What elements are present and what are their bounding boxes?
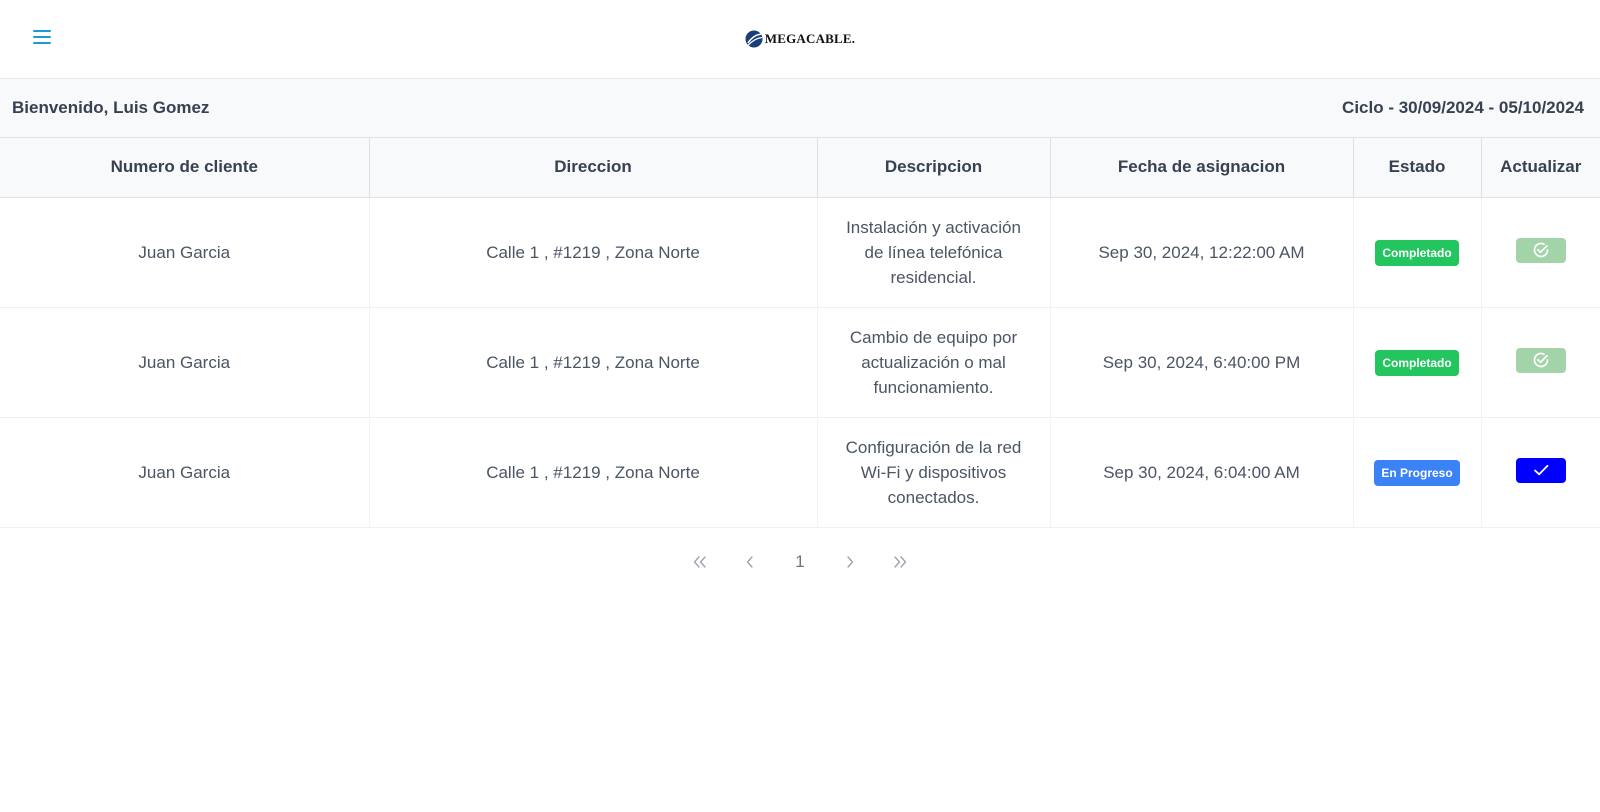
double-chevron-right-icon [894,555,907,568]
update-button-disabled[interactable] [1515,347,1566,373]
table-row: Juan Garcia Calle 1 , #1219 , Zona Norte… [0,197,1600,308]
table-row: Juan Garcia Calle 1 , #1219 , Zona Norte… [0,417,1600,528]
status-cell: Completado [1353,197,1482,308]
date-cell: Sep 30, 2024, 12:22:00 AM [1050,197,1354,308]
update-button-disabled[interactable] [1515,237,1566,263]
client-cell: Juan Garcia [0,417,370,528]
chevron-right-icon [847,555,854,568]
current-page-button[interactable]: 1 [775,550,825,574]
hamburger-menu-icon[interactable] [30,26,54,48]
double-chevron-left-icon [693,555,706,568]
column-header-update: Actualizar [1481,138,1600,198]
status-cell: Completado [1353,307,1482,418]
check-circle-icon [1533,242,1549,258]
megacable-logo[interactable]: MEGACABLE. [745,30,855,48]
megacable-logo-mark [745,30,763,48]
assignments-table: Numero de cliente Direccion Descripcion … [0,138,1600,528]
status-badge: Completado [1375,239,1459,266]
update-button[interactable] [1515,457,1566,483]
column-header-description: Descripcion [817,138,1051,198]
table-row: Juan Garcia Calle 1 , #1219 , Zona Norte… [0,307,1600,418]
welcome-greeting: Bienvenido, Luis Gomez [12,98,210,117]
address-cell: Calle 1 , #1219 , Zona Norte [369,197,818,308]
last-page-button[interactable] [875,550,925,574]
column-header-address: Direccion [369,138,818,198]
client-cell: Juan Garcia [0,197,370,308]
pagination: 1 [0,550,1600,574]
column-header-client: Numero de cliente [0,138,370,198]
logo-text: MEGACABLE. [764,31,856,46]
update-cell [1481,417,1600,528]
check-circle-icon [1533,352,1549,368]
next-page-button[interactable] [825,550,875,574]
checkmark-icon [1533,465,1549,476]
previous-page-button[interactable] [725,550,775,574]
chevron-left-icon [746,555,753,568]
welcome-bar: Bienvenido, Luis Gomez Ciclo - 30/09/202… [0,79,1600,138]
first-page-button[interactable] [675,550,725,574]
column-header-status: Estado [1353,138,1482,198]
top-navbar: MEGACABLE. [0,0,1600,79]
date-cell: Sep 30, 2024, 6:40:00 PM [1050,307,1354,418]
description-cell: Instalación y activación de línea telefó… [817,197,1051,308]
address-cell: Calle 1 , #1219 , Zona Norte [369,307,818,418]
update-cell [1481,307,1600,418]
description-cell: Configuración de la red Wi-Fi y disposit… [817,417,1051,528]
table-header-row: Numero de cliente Direccion Descripcion … [0,138,1600,198]
description-cell: Cambio de equipo por actualización o mal… [817,307,1051,418]
status-cell: En Progreso [1353,417,1482,528]
address-cell: Calle 1 , #1219 , Zona Norte [369,417,818,528]
status-badge: En Progreso [1374,459,1460,486]
status-badge: Completado [1375,349,1459,376]
column-header-date: Fecha de asignacion [1050,138,1354,198]
client-cell: Juan Garcia [0,307,370,418]
date-cell: Sep 30, 2024, 6:04:00 AM [1050,417,1354,528]
update-cell [1481,197,1600,308]
cycle-range: Ciclo - 30/09/2024 - 05/10/2024 [1342,98,1584,117]
